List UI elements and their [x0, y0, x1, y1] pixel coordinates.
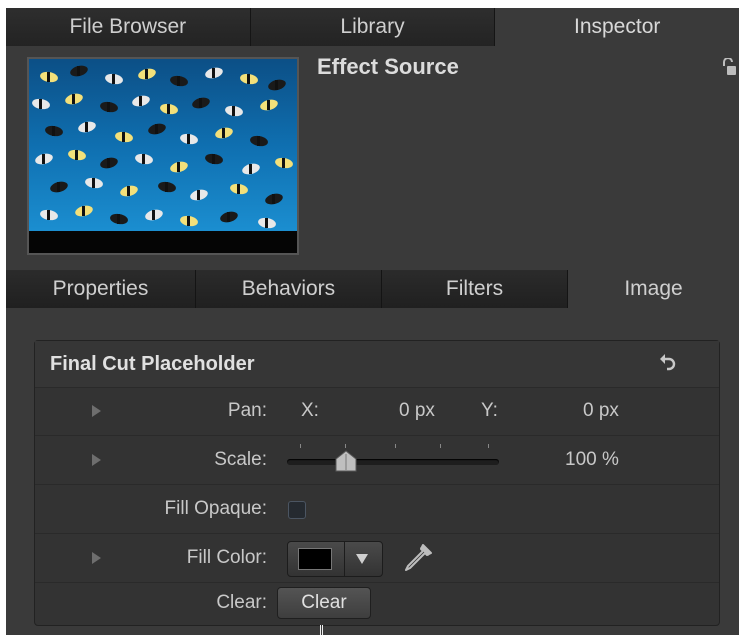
effect-source-title: Effect Source — [317, 54, 459, 79]
eyedropper-icon[interactable] — [401, 541, 435, 580]
tab-behaviors[interactable]: Behaviors — [196, 270, 382, 308]
panel-title: Final Cut Placeholder — [50, 353, 255, 375]
fill-opaque-checkbox[interactable] — [288, 501, 306, 519]
slider-tick — [395, 444, 396, 448]
scale-slider-thumb[interactable] — [334, 450, 358, 477]
thumbnail-image — [29, 59, 297, 253]
inspector-window: File Browser Library Inspector Effect So… — [6, 8, 739, 635]
disclosure-triangle-icon[interactable] — [92, 454, 101, 466]
tab-image[interactable]: Image — [568, 270, 739, 308]
scale-label: Scale: — [214, 449, 267, 470]
pan-x-value[interactable]: 0 px — [399, 400, 435, 422]
slider-tick — [488, 444, 489, 448]
slider-tick — [300, 444, 301, 448]
panel-header: Final Cut Placeholder — [35, 341, 719, 388]
fill-color-row: Fill Color: — [35, 534, 719, 583]
disclosure-triangle-icon[interactable] — [92, 552, 101, 564]
pan-x-label: X: — [301, 400, 319, 421]
reset-arrow-icon[interactable] — [659, 353, 677, 378]
color-well-divider — [344, 542, 345, 576]
fill-color-label: Fill Color: — [186, 547, 267, 568]
pan-row: Pan: X: 0 px Y: 0 px — [35, 387, 719, 436]
top-tab-bar: File Browser Library Inspector — [6, 8, 739, 46]
text-cursor-icon — [320, 625, 323, 635]
scale-slider[interactable] — [287, 459, 499, 465]
fill-color-swatch[interactable] — [298, 548, 332, 570]
clear-button[interactable]: Clear — [277, 587, 371, 619]
tab-filters[interactable]: Filters — [382, 270, 568, 308]
tab-file-browser[interactable]: File Browser — [6, 8, 251, 46]
unlock-icon[interactable] — [722, 57, 736, 81]
fish-school-thumbnail — [27, 57, 299, 255]
pan-y-label: Y: — [481, 400, 498, 421]
pan-label: Pan: — [227, 400, 267, 421]
scale-value[interactable]: 100 % — [565, 449, 619, 471]
disclosure-triangle-icon[interactable] — [92, 405, 101, 417]
clear-label: Clear: — [216, 592, 267, 613]
chevron-down-icon[interactable] — [356, 554, 368, 564]
tab-library[interactable]: Library — [250, 8, 496, 46]
slider-tick — [345, 444, 346, 448]
pan-y-value[interactable]: 0 px — [583, 400, 619, 422]
fill-opaque-label: Fill Opaque: — [164, 498, 267, 519]
scale-row: Scale: 100 % — [35, 436, 719, 485]
final-cut-placeholder-panel: Final Cut Placeholder Pan: X: 0 px Y: 0 … — [34, 340, 720, 626]
fill-color-well[interactable] — [287, 541, 383, 577]
clear-row: Clear: Clear — [35, 583, 719, 631]
inspector-sub-tabs: Properties Behaviors Filters Image — [6, 270, 739, 308]
slider-tick — [440, 444, 441, 448]
fill-opaque-row: Fill Opaque: — [35, 485, 719, 534]
tab-inspector[interactable]: Inspector — [495, 8, 739, 46]
tab-properties[interactable]: Properties — [6, 270, 196, 308]
effect-source-header: Effect Source — [6, 46, 739, 270]
